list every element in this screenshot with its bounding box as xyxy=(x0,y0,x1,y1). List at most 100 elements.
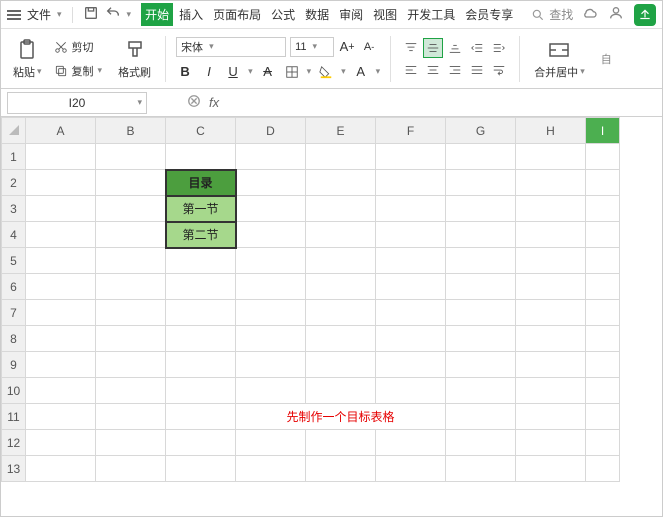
wrap-label[interactable]: 自 xyxy=(601,51,612,67)
cell[interactable] xyxy=(376,326,446,352)
cell[interactable] xyxy=(586,378,620,404)
copy-button[interactable]: 复制▾ xyxy=(52,61,105,81)
cell[interactable] xyxy=(26,274,96,300)
cell[interactable] xyxy=(96,300,166,326)
cell[interactable] xyxy=(376,144,446,170)
merge-center-button[interactable]: 合并居中▾ xyxy=(530,36,589,82)
row-header[interactable]: 5 xyxy=(2,248,26,274)
cell[interactable] xyxy=(306,378,376,404)
cell[interactable] xyxy=(236,248,306,274)
cell[interactable] xyxy=(306,170,376,196)
underline-button[interactable]: U xyxy=(224,63,242,81)
col-header-a[interactable]: A xyxy=(26,118,96,144)
cell[interactable] xyxy=(376,248,446,274)
justify-button[interactable] xyxy=(467,60,487,80)
cell[interactable] xyxy=(586,144,620,170)
wrap-text-button[interactable] xyxy=(489,60,509,80)
cell[interactable] xyxy=(516,326,586,352)
cell[interactable] xyxy=(446,430,516,456)
cell[interactable] xyxy=(516,196,586,222)
row-header[interactable]: 3 xyxy=(2,196,26,222)
cell[interactable] xyxy=(96,144,166,170)
fx-icon[interactable]: fx xyxy=(209,95,219,110)
cell[interactable] xyxy=(96,196,166,222)
font-size-select[interactable]: 11▾ xyxy=(290,37,334,57)
col-header-e[interactable]: E xyxy=(306,118,376,144)
formula-input[interactable] xyxy=(227,96,527,110)
align-center-button[interactable] xyxy=(423,60,443,80)
cell[interactable] xyxy=(586,274,620,300)
align-top-button[interactable] xyxy=(401,38,421,58)
col-header-b[interactable]: B xyxy=(96,118,166,144)
border-button[interactable] xyxy=(283,63,301,81)
cell[interactable] xyxy=(96,430,166,456)
row-header[interactable]: 7 xyxy=(2,300,26,326)
cell[interactable] xyxy=(516,248,586,274)
align-left-button[interactable] xyxy=(401,60,421,80)
cell[interactable] xyxy=(26,378,96,404)
cell[interactable] xyxy=(586,170,620,196)
strikethrough-button[interactable]: A xyxy=(259,63,277,81)
cell[interactable] xyxy=(306,352,376,378)
cell[interactable] xyxy=(26,248,96,274)
cell[interactable] xyxy=(446,456,516,482)
cell[interactable] xyxy=(96,274,166,300)
bold-button[interactable]: B xyxy=(176,63,194,81)
tab-formula[interactable]: 公式 xyxy=(267,3,299,26)
cell[interactable] xyxy=(166,300,236,326)
cell[interactable] xyxy=(166,430,236,456)
cell[interactable] xyxy=(586,196,620,222)
cell[interactable] xyxy=(376,222,446,248)
cell[interactable] xyxy=(376,352,446,378)
cell[interactable] xyxy=(516,300,586,326)
font-name-select[interactable]: 宋体▾ xyxy=(176,37,286,57)
decrease-indent-button[interactable] xyxy=(467,38,487,58)
tab-view[interactable]: 视图 xyxy=(369,3,401,26)
cell[interactable] xyxy=(166,352,236,378)
user-icon[interactable] xyxy=(608,5,624,24)
row-header[interactable]: 9 xyxy=(2,352,26,378)
cell[interactable] xyxy=(376,456,446,482)
cell[interactable] xyxy=(236,144,306,170)
cell[interactable] xyxy=(516,222,586,248)
cell[interactable] xyxy=(446,196,516,222)
cell[interactable] xyxy=(236,196,306,222)
paste-button[interactable]: 粘贴▾ xyxy=(9,36,46,82)
cell[interactable] xyxy=(586,300,620,326)
cell[interactable] xyxy=(586,430,620,456)
annotation-text[interactable]: 先制作一个目标表格 xyxy=(236,404,446,430)
italic-button[interactable]: I xyxy=(200,63,218,81)
cell[interactable] xyxy=(516,404,586,430)
cell[interactable] xyxy=(166,378,236,404)
cell[interactable] xyxy=(236,326,306,352)
name-box[interactable]: I20 ▾ xyxy=(7,92,147,114)
cell[interactable] xyxy=(446,144,516,170)
cell[interactable] xyxy=(446,222,516,248)
col-header-d[interactable]: D xyxy=(236,118,306,144)
cell[interactable] xyxy=(376,196,446,222)
cell[interactable] xyxy=(96,248,166,274)
cell[interactable] xyxy=(96,170,166,196)
cell[interactable] xyxy=(446,274,516,300)
row-header[interactable]: 4 xyxy=(2,222,26,248)
cell[interactable] xyxy=(376,378,446,404)
file-menu[interactable]: 文件 xyxy=(27,6,51,23)
cell[interactable] xyxy=(446,404,516,430)
row-header[interactable]: 1 xyxy=(2,144,26,170)
cell[interactable] xyxy=(26,352,96,378)
cell[interactable] xyxy=(96,404,166,430)
row-header[interactable]: 8 xyxy=(2,326,26,352)
cell[interactable] xyxy=(586,248,620,274)
save-icon[interactable] xyxy=(83,5,99,24)
cell[interactable] xyxy=(96,456,166,482)
align-bottom-button[interactable] xyxy=(445,38,465,58)
cell[interactable] xyxy=(236,170,306,196)
col-header-f[interactable]: F xyxy=(376,118,446,144)
cell[interactable] xyxy=(26,144,96,170)
tab-layout[interactable]: 页面布局 xyxy=(209,3,265,26)
cell[interactable] xyxy=(446,326,516,352)
cell[interactable] xyxy=(166,274,236,300)
cell[interactable] xyxy=(516,456,586,482)
cell[interactable] xyxy=(376,430,446,456)
tab-member[interactable]: 会员专享 xyxy=(461,3,517,26)
